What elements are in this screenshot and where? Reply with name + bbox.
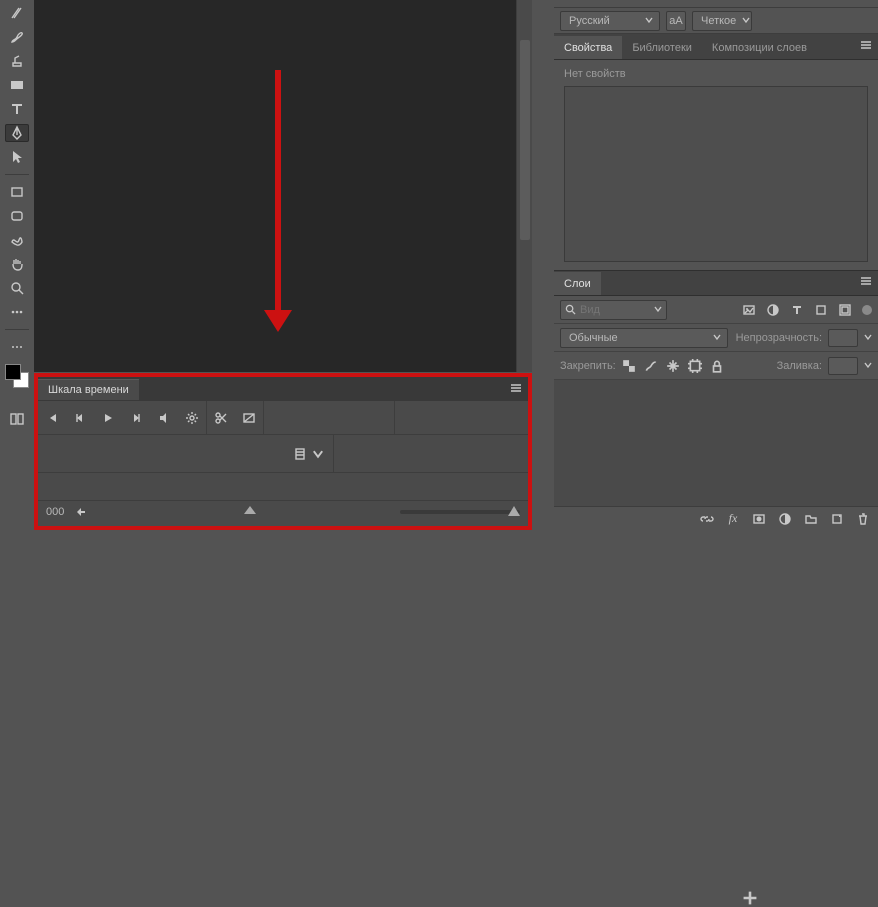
properties-panel-menu-icon[interactable] [854, 34, 878, 59]
delete-layer-icon[interactable] [856, 512, 870, 526]
rectangle-tool[interactable] [5, 183, 29, 201]
filter-shape-icon[interactable] [814, 303, 828, 317]
filter-adjustment-icon[interactable] [766, 303, 780, 317]
play-button[interactable] [94, 401, 122, 435]
lock-label: Закрепить: [560, 360, 616, 372]
timeline-settings-button[interactable] [178, 401, 206, 435]
left-toolbar [0, 0, 34, 530]
lock-image-icon[interactable] [644, 359, 658, 373]
group-layers-icon[interactable] [804, 512, 818, 526]
layer-filter-input[interactable] [580, 304, 650, 316]
hand-tool[interactable] [5, 255, 29, 273]
foreground-color-swatch[interactable] [5, 364, 21, 380]
chevron-down-icon[interactable] [311, 447, 325, 461]
convert-frames-icon[interactable] [74, 505, 88, 519]
filter-toggle-switch[interactable] [862, 305, 872, 315]
filter-type-icon[interactable] [790, 303, 804, 317]
chevron-down-icon[interactable] [864, 360, 872, 372]
layer-style-icon[interactable]: fx [726, 512, 740, 526]
collapse-panels-icon[interactable] [5, 410, 29, 428]
vertical-scrollbar[interactable] [516, 0, 532, 372]
type-tool[interactable] [5, 100, 29, 118]
type-options-bar: Русский aA Четкое [554, 8, 878, 34]
tab-libraries[interactable]: Библиотеки [622, 36, 702, 59]
lock-transparency-icon[interactable] [622, 359, 636, 373]
go-to-first-frame-button[interactable] [38, 401, 66, 435]
rounded-rectangle-tool[interactable] [5, 207, 29, 225]
lock-artboard-icon[interactable] [688, 359, 702, 373]
timeline-zoom-slider[interactable] [400, 510, 520, 514]
blend-mode-dropdown[interactable]: Обычные [560, 328, 728, 348]
tab-layers[interactable]: Слои [554, 272, 601, 295]
layer-mask-icon[interactable] [752, 512, 766, 526]
chevron-down-icon [713, 332, 721, 344]
gradient-tool[interactable] [5, 76, 29, 94]
fill-label: Заливка: [777, 360, 822, 372]
chevron-down-icon [742, 15, 750, 27]
audio-mute-button[interactable] [150, 401, 178, 435]
link-layers-icon[interactable] [700, 512, 714, 526]
zoom-tool[interactable] [5, 279, 29, 297]
freeform-tool[interactable] [5, 231, 29, 249]
next-frame-button[interactable] [122, 401, 150, 435]
properties-drop-area [564, 86, 868, 262]
language-value: Русский [569, 15, 610, 27]
lock-all-icon[interactable] [710, 359, 724, 373]
tab-layer-comps[interactable]: Композиции слоев [702, 36, 817, 59]
track-options-icon[interactable] [293, 447, 307, 461]
adjustment-layer-icon[interactable] [778, 512, 792, 526]
properties-panel-body: Нет свойств [554, 60, 878, 270]
pen-tool[interactable] [5, 124, 29, 142]
opacity-label: Непрозрачность: [736, 332, 822, 344]
document-canvas[interactable] [34, 0, 516, 372]
layers-panel-menu-icon[interactable] [854, 270, 878, 295]
filter-smart-icon[interactable] [838, 303, 852, 317]
right-panel-stack: Русский aA Четкое Свойства Библиотеки Ко… [554, 0, 878, 530]
opacity-input[interactable] [828, 329, 858, 347]
color-swatches[interactable] [5, 364, 29, 388]
clone-stamp-tool[interactable] [5, 52, 29, 70]
fill-input[interactable] [828, 357, 858, 375]
layers-footer: fx [554, 506, 878, 530]
chevron-down-icon[interactable] [864, 332, 872, 344]
anti-alias-button[interactable]: aA [666, 11, 686, 31]
transition-button[interactable] [235, 401, 263, 435]
add-track-button[interactable] [741, 889, 759, 907]
timeline-panel-menu-icon[interactable] [504, 381, 528, 398]
split-clip-button[interactable] [207, 401, 235, 435]
layer-filter-dropdown[interactable] [560, 300, 667, 320]
anti-alias-dropdown[interactable]: Четкое [692, 11, 752, 31]
frame-counter: 000 [46, 506, 64, 518]
previous-frame-button[interactable] [66, 401, 94, 435]
timeline-controls [38, 401, 528, 435]
search-icon [565, 304, 576, 315]
tab-properties[interactable]: Свойства [554, 36, 622, 59]
no-properties-label: Нет свойств [564, 68, 868, 80]
brush-tool[interactable] [5, 28, 29, 46]
blend-mode-value: Обычные [569, 332, 618, 344]
timeline-tab[interactable]: Шкала времени [38, 379, 139, 400]
sharpness-value: Четкое [701, 15, 736, 27]
timeline-panel: Шкала времени 000 [34, 373, 532, 530]
language-dropdown[interactable]: Русский [560, 11, 660, 31]
timeline-tracks-area[interactable] [38, 473, 528, 501]
chevron-down-icon [654, 304, 662, 316]
lock-position-icon[interactable] [666, 359, 680, 373]
chevron-down-icon [645, 15, 653, 27]
edit-toolbar-icon[interactable] [5, 303, 29, 321]
new-layer-icon[interactable] [830, 512, 844, 526]
layers-list[interactable] [554, 380, 878, 506]
playhead-handle[interactable] [244, 506, 256, 514]
more-options-icon[interactable] [5, 338, 29, 356]
path-selection-tool[interactable] [5, 148, 29, 166]
healing-brush-tool[interactable] [5, 4, 29, 22]
filter-pixel-icon[interactable] [742, 303, 756, 317]
